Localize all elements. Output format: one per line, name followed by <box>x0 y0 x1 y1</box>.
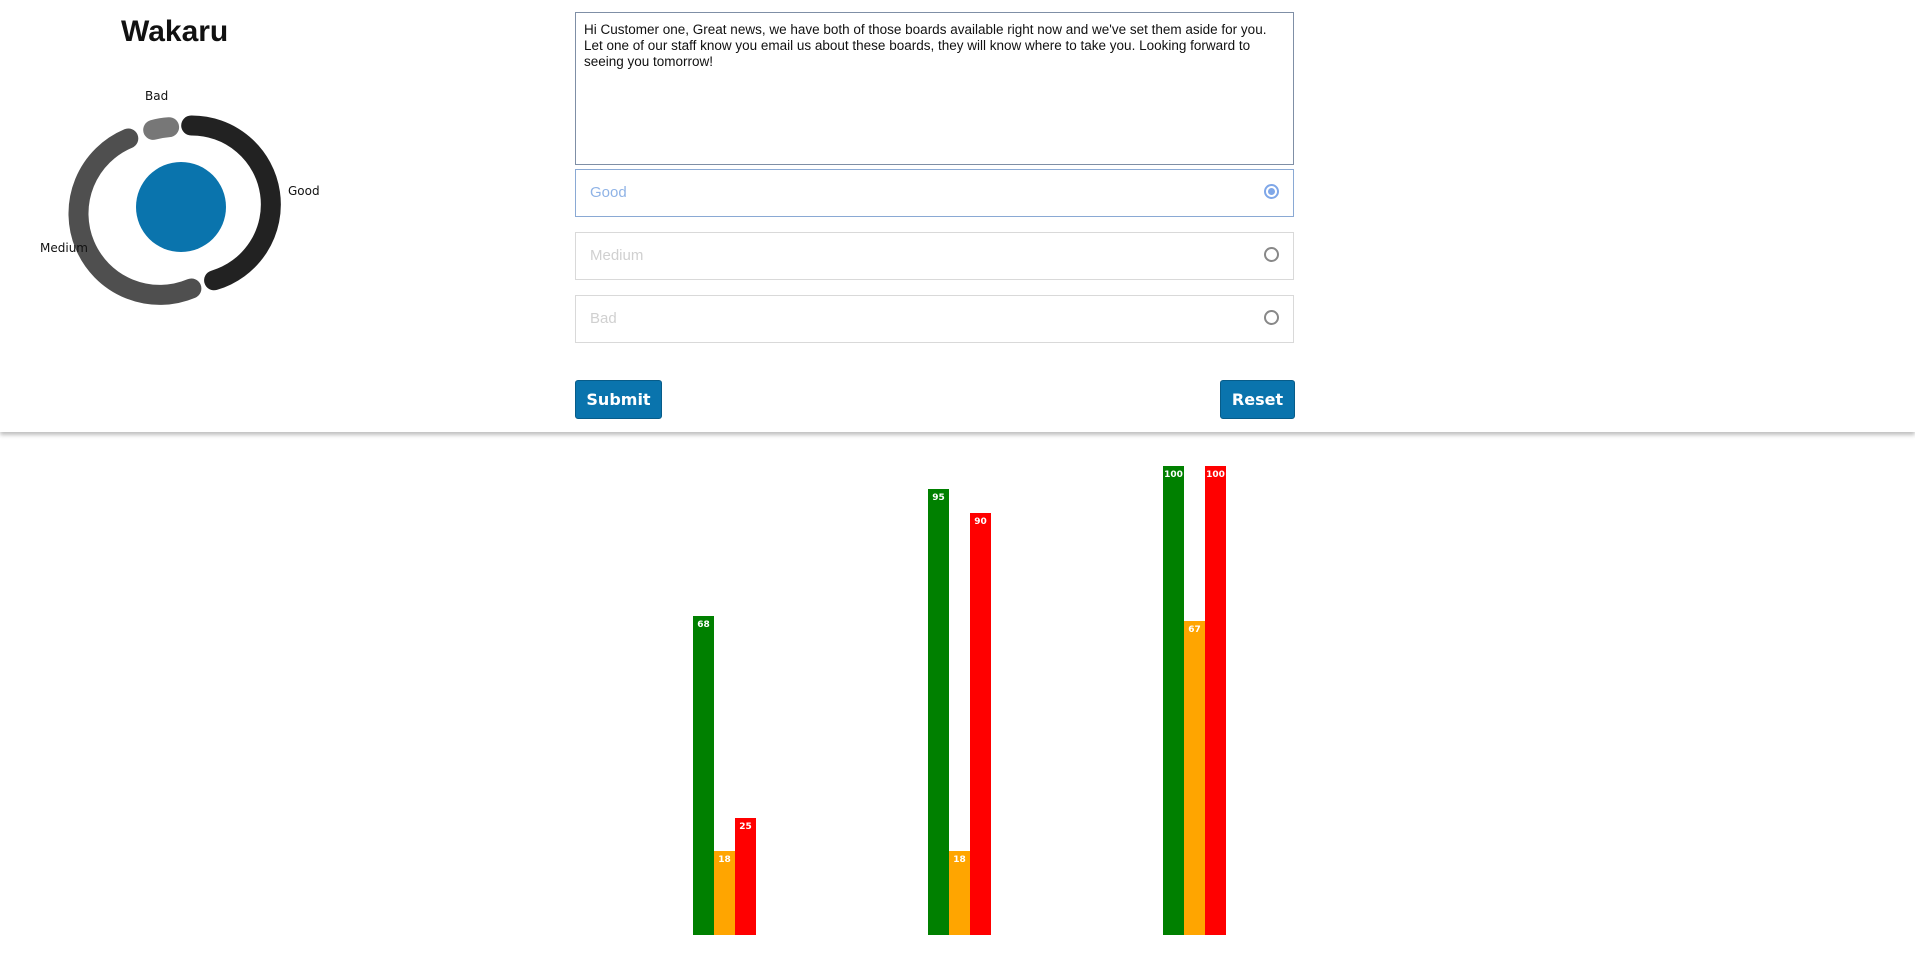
option-bad-label: Bad <box>590 310 617 327</box>
bar-group-3-series-1 <box>1163 466 1184 935</box>
app-title: Wakaru <box>121 15 229 48</box>
submit-button[interactable]: Submit <box>575 380 662 419</box>
sentiment-donut-graphic <box>68 115 281 305</box>
option-medium[interactable]: Medium <box>575 232 1294 280</box>
bar-value-label: 18 <box>718 854 731 865</box>
option-medium-label: Medium <box>590 247 644 264</box>
bar-value-label: 18 <box>953 854 966 865</box>
bar-value-label: 67 <box>1188 624 1201 635</box>
score-bar-chart: 68 95 100 18 18 67 25 90 100 <box>0 432 1915 970</box>
option-good-label: Good <box>590 184 627 201</box>
sentiment-donut: Bad Good Medium <box>0 80 340 320</box>
reset-button[interactable]: Reset <box>1220 380 1295 419</box>
donut-label-good: Good <box>288 184 320 198</box>
message-textarea[interactable]: Hi Customer one, Great news, we have bot… <box>575 12 1294 165</box>
radio-selected-dot <box>1268 188 1275 195</box>
bar-value-label: 90 <box>974 516 987 527</box>
bar-group-3-series-2 <box>1184 620 1205 935</box>
bar-group-3-series-3 <box>1205 466 1226 935</box>
bar-value-label: 100 <box>1206 470 1225 480</box>
bar-group-1-series-3 <box>735 817 756 935</box>
bar-value-label: 100 <box>1164 470 1183 480</box>
option-medium-radio[interactable] <box>1264 247 1279 262</box>
bar-group-1-series-1 <box>693 616 714 935</box>
donut-segment-bad <box>143 117 180 140</box>
top-panel: Wakaru Bad Good Medium Hi Customer one, … <box>0 0 1915 432</box>
bar-group-2-series-3 <box>970 512 991 935</box>
donut-label-medium: Medium <box>40 241 88 255</box>
option-good[interactable]: Good <box>575 169 1294 217</box>
option-bad[interactable]: Bad <box>575 295 1294 343</box>
donut-center <box>136 162 226 252</box>
option-bad-radio[interactable] <box>1264 310 1279 325</box>
bar-value-label: 25 <box>739 821 752 832</box>
option-good-radio[interactable] <box>1264 184 1279 199</box>
bar-group-2-series-1 <box>928 489 949 935</box>
donut-label-bad: Bad <box>145 89 169 103</box>
bar-value-label: 95 <box>932 493 945 504</box>
bar-value-label: 68 <box>697 620 710 631</box>
